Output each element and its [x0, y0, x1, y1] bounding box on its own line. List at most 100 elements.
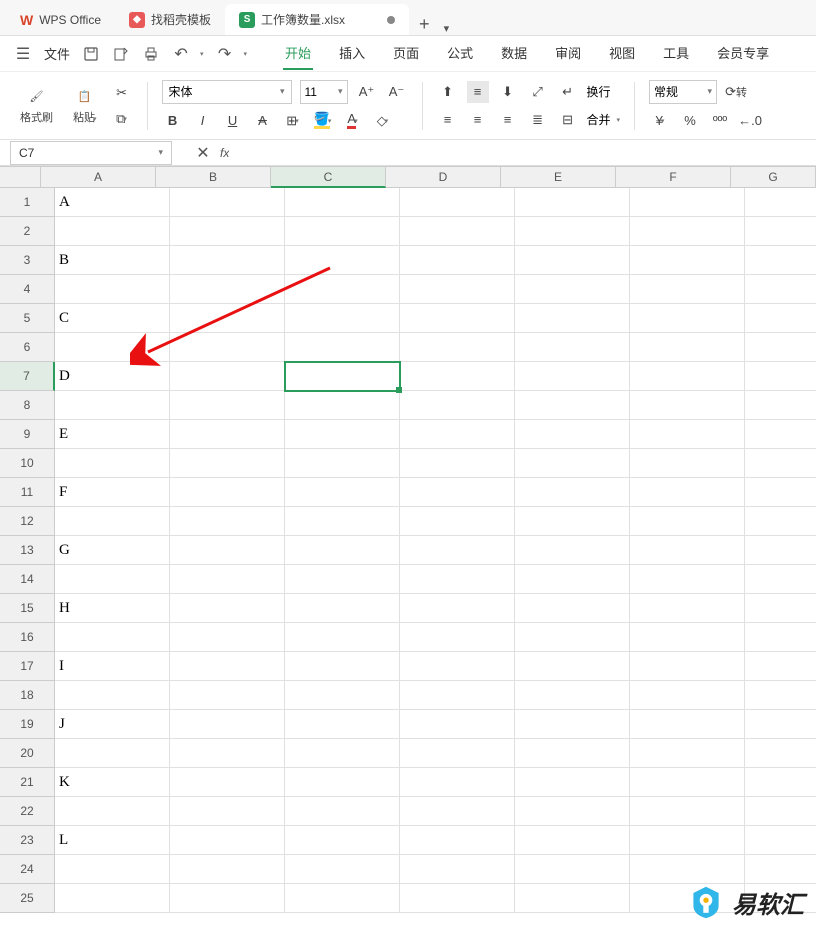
cell-F1[interactable] — [630, 188, 745, 217]
cell-D18[interactable] — [400, 681, 515, 710]
row-header-13[interactable]: 13 — [0, 536, 55, 565]
cell-B16[interactable] — [170, 623, 285, 652]
cell-F21[interactable] — [630, 768, 745, 797]
cell-D7[interactable] — [400, 362, 515, 391]
cell-B15[interactable] — [170, 594, 285, 623]
tab-tools[interactable]: 工具 — [661, 37, 691, 70]
cell-B5[interactable] — [170, 304, 285, 333]
decrease-font-button[interactable]: A⁻ — [386, 81, 408, 103]
cell-D13[interactable] — [400, 536, 515, 565]
cell-A18[interactable] — [55, 681, 170, 710]
tab-review[interactable]: 审阅 — [553, 37, 583, 70]
cut-button[interactable]: ✂ — [111, 82, 133, 104]
cell-A25[interactable] — [55, 884, 170, 913]
tab-start[interactable]: 开始 — [283, 37, 313, 70]
row-header-6[interactable]: 6 — [0, 333, 55, 362]
cell-E8[interactable] — [515, 391, 630, 420]
row-header-17[interactable]: 17 — [0, 652, 55, 681]
cell-G15[interactable] — [745, 594, 816, 623]
cell-C3[interactable] — [285, 246, 400, 275]
cell-C10[interactable] — [285, 449, 400, 478]
row-header-5[interactable]: 5 — [0, 304, 55, 333]
row-header-12[interactable]: 12 — [0, 507, 55, 536]
cell-F23[interactable] — [630, 826, 745, 855]
font-color-button[interactable]: A▾ — [342, 110, 364, 132]
row-header-22[interactable]: 22 — [0, 797, 55, 826]
row-header-21[interactable]: 21 — [0, 768, 55, 797]
align-middle-button[interactable]: ≡ — [467, 81, 489, 103]
cell-D4[interactable] — [400, 275, 515, 304]
cell-F17[interactable] — [630, 652, 745, 681]
cell-G10[interactable] — [745, 449, 816, 478]
cell-C16[interactable] — [285, 623, 400, 652]
row-header-20[interactable]: 20 — [0, 739, 55, 768]
bold-button[interactable]: B — [162, 110, 184, 132]
cell-G9[interactable] — [745, 420, 816, 449]
row-header-2[interactable]: 2 — [0, 217, 55, 246]
row-header-23[interactable]: 23 — [0, 826, 55, 855]
align-left-button[interactable]: ≡ — [437, 109, 459, 131]
cell-C11[interactable] — [285, 478, 400, 507]
cell-A23[interactable]: L — [55, 826, 170, 855]
cell-D1[interactable] — [400, 188, 515, 217]
format-brush-button[interactable]: 🖌 格式刷 — [14, 85, 59, 127]
cell-D17[interactable] — [400, 652, 515, 681]
cell-G21[interactable] — [745, 768, 816, 797]
undo-dropdown[interactable]: ▾ — [200, 50, 204, 58]
cell-G24[interactable] — [745, 855, 816, 884]
fontsize-select[interactable]: 11▾ — [300, 80, 348, 104]
cell-B22[interactable] — [170, 797, 285, 826]
cell-G16[interactable] — [745, 623, 816, 652]
cell-F18[interactable] — [630, 681, 745, 710]
cell-E15[interactable] — [515, 594, 630, 623]
thousand-button[interactable]: ººº — [709, 110, 731, 132]
cell-F13[interactable] — [630, 536, 745, 565]
fx-icon[interactable]: fx — [220, 146, 229, 160]
cell-E2[interactable] — [515, 217, 630, 246]
cell-D24[interactable] — [400, 855, 515, 884]
cell-G1[interactable] — [745, 188, 816, 217]
cell-F3[interactable] — [630, 246, 745, 275]
cell-E14[interactable] — [515, 565, 630, 594]
cell-B19[interactable] — [170, 710, 285, 739]
cell-B7[interactable] — [170, 362, 285, 391]
row-header-7[interactable]: 7 — [0, 362, 55, 391]
cell-B3[interactable] — [170, 246, 285, 275]
formula-input[interactable] — [229, 141, 816, 165]
cell-D23[interactable] — [400, 826, 515, 855]
cell-F6[interactable] — [630, 333, 745, 362]
cell-D12[interactable] — [400, 507, 515, 536]
cell-F5[interactable] — [630, 304, 745, 333]
cell-A16[interactable] — [55, 623, 170, 652]
cell-G4[interactable] — [745, 275, 816, 304]
border-button[interactable]: ⊞▾ — [282, 110, 304, 132]
cell-G20[interactable] — [745, 739, 816, 768]
cell-F16[interactable] — [630, 623, 745, 652]
cell-B25[interactable] — [170, 884, 285, 913]
cell-B11[interactable] — [170, 478, 285, 507]
font-select[interactable]: 宋体▾ — [162, 80, 292, 104]
cell-E10[interactable] — [515, 449, 630, 478]
row-header-9[interactable]: 9 — [0, 420, 55, 449]
cell-G12[interactable] — [745, 507, 816, 536]
cell-B18[interactable] — [170, 681, 285, 710]
cell-A17[interactable]: I — [55, 652, 170, 681]
cell-A11[interactable]: F — [55, 478, 170, 507]
cell-B6[interactable] — [170, 333, 285, 362]
cell-A19[interactable]: J — [55, 710, 170, 739]
cell-A2[interactable] — [55, 217, 170, 246]
cell-F10[interactable] — [630, 449, 745, 478]
cell-D5[interactable] — [400, 304, 515, 333]
align-center-button[interactable]: ≡ — [467, 109, 489, 131]
cancel-formula-icon[interactable]: ✕ — [194, 144, 212, 162]
cell-E21[interactable] — [515, 768, 630, 797]
paste-button[interactable]: 📋 粘贴▾ — [67, 85, 103, 127]
cell-C5[interactable] — [285, 304, 400, 333]
cell-B21[interactable] — [170, 768, 285, 797]
cell-E5[interactable] — [515, 304, 630, 333]
export-icon[interactable] — [112, 45, 130, 63]
cell-A22[interactable] — [55, 797, 170, 826]
cell-E16[interactable] — [515, 623, 630, 652]
row-header-18[interactable]: 18 — [0, 681, 55, 710]
merge-button[interactable]: ⊟ — [557, 109, 579, 131]
